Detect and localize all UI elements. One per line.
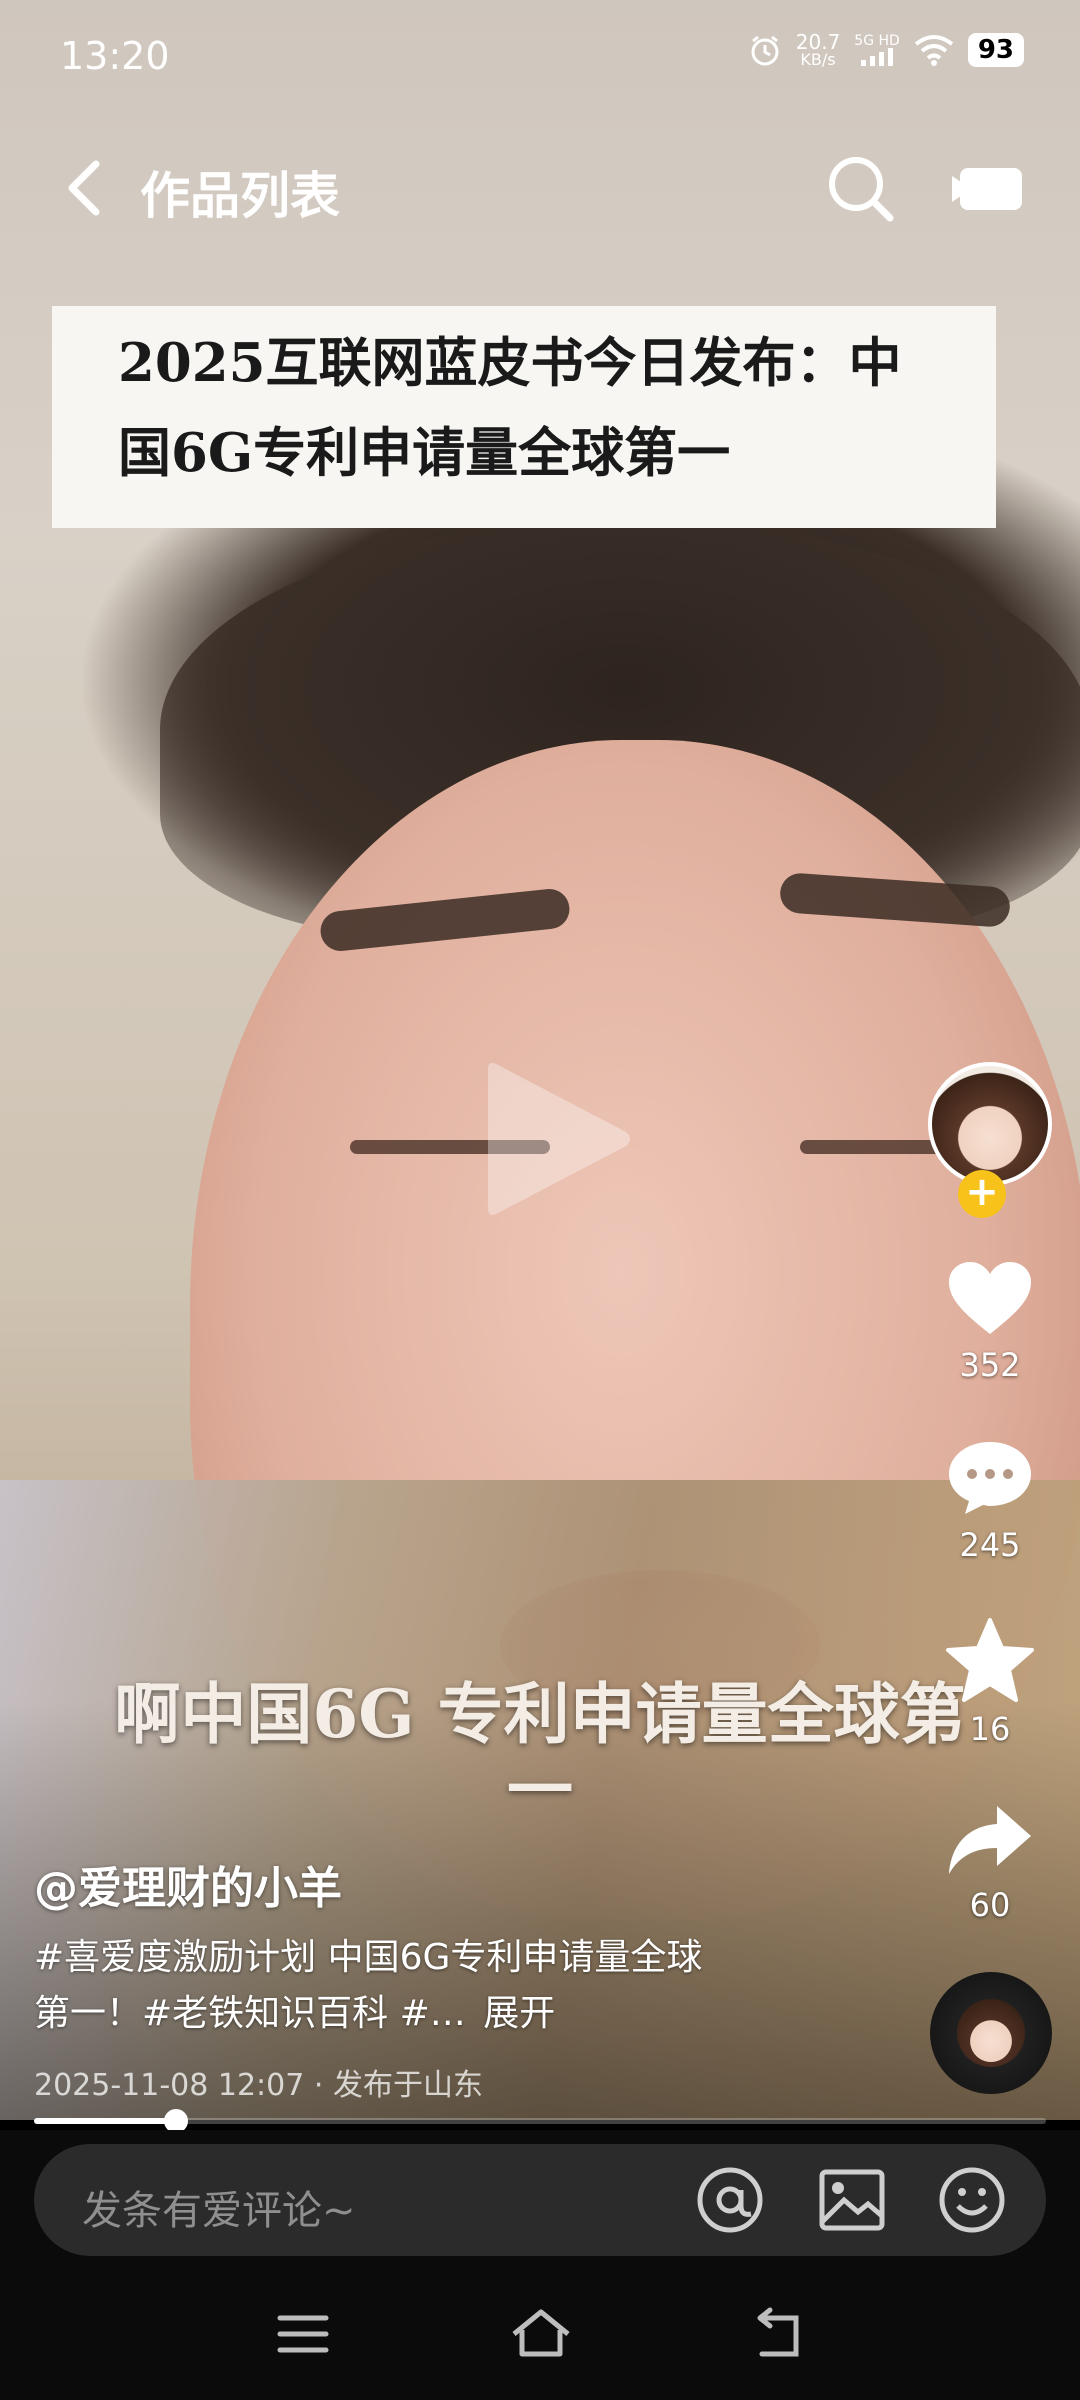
signal: 5G HD [854,34,900,66]
comment-icon [949,1442,1031,1514]
heart-icon [949,1262,1031,1334]
battery-level: 93 [967,33,1024,67]
home-icon[interactable] [508,2304,574,2364]
progress-fill [34,2118,176,2124]
wifi-icon [914,35,954,66]
page-title: 作品列表 [140,167,340,225]
video-headline-banner: 2025互联网蓝皮书今日发布：中国6G专利申请量全球第一 [52,306,996,528]
emoji-icon[interactable] [936,2164,1008,2236]
share-count: 60 [969,1886,1011,1924]
music-disc-cover [957,1999,1025,2067]
favorite-count: 16 [969,1710,1011,1748]
publish-meta: 2025-11-08 12:07 · 发布于山东 [34,2068,483,2103]
back-nav-icon[interactable] [746,2304,812,2364]
top-nav: 作品列表 [0,140,1080,236]
image-icon[interactable] [816,2164,888,2236]
author-name[interactable]: @爱理财的小羊 [34,1852,342,1916]
at-icon[interactable] [694,2164,766,2236]
camera-icon[interactable] [952,156,1024,220]
comment-button[interactable]: 245 [922,1438,1058,1564]
expand-link[interactable]: 展开 [483,1993,555,2034]
status-bar: 13:20 20.7 KB/s 5G HD 93 [0,0,1080,116]
comment-bar: 发条有爱评论~ [0,2130,1080,2274]
system-nav-bar [0,2274,1080,2400]
star-icon [946,1618,1034,1702]
search-icon[interactable] [824,152,896,224]
network-type: 5G HD [854,33,900,49]
play-icon[interactable] [478,1046,638,1232]
net-speed-unit: KB/s [800,50,836,69]
comment-placeholder: 发条有爱评论~ [82,2188,356,2234]
video-subtitle: 啊中国6G 专利申请量全球第一 [114,1675,966,1829]
description-text: #喜爱度激励计划 中国6G专利申请量全球第一！#老铁知识百科 #… [34,1937,703,2034]
like-count: 352 [959,1346,1021,1384]
back-icon[interactable] [56,158,116,218]
share-button[interactable]: 60 [922,1802,1058,1924]
share-icon [949,1806,1031,1874]
like-button[interactable]: 352 [922,1258,1058,1384]
video-description: #喜爱度激励计划 中国6G专利申请量全球第一！#老铁知识百科 #… 展开 [34,1930,734,2042]
alarm-icon [751,35,779,66]
follow-button[interactable]: + [958,1170,1006,1218]
menu-icon[interactable] [270,2304,336,2364]
favorite-button[interactable]: 16 [922,1618,1058,1748]
comment-input[interactable]: 发条有爱评论~ [34,2144,1046,2256]
status-time: 13:20 [60,34,170,78]
author-avatar[interactable] [928,1062,1052,1186]
comment-count: 245 [959,1526,1021,1564]
music-disc[interactable] [930,1972,1052,2094]
status-icons: 20.7 KB/s 5G HD 93 [748,32,1024,68]
net-speed-value: 20.7 [795,30,841,54]
video-progress-bar[interactable] [34,2109,1046,2133]
signal-icon [861,48,894,66]
net-speed: 20.7 KB/s [796,32,841,68]
